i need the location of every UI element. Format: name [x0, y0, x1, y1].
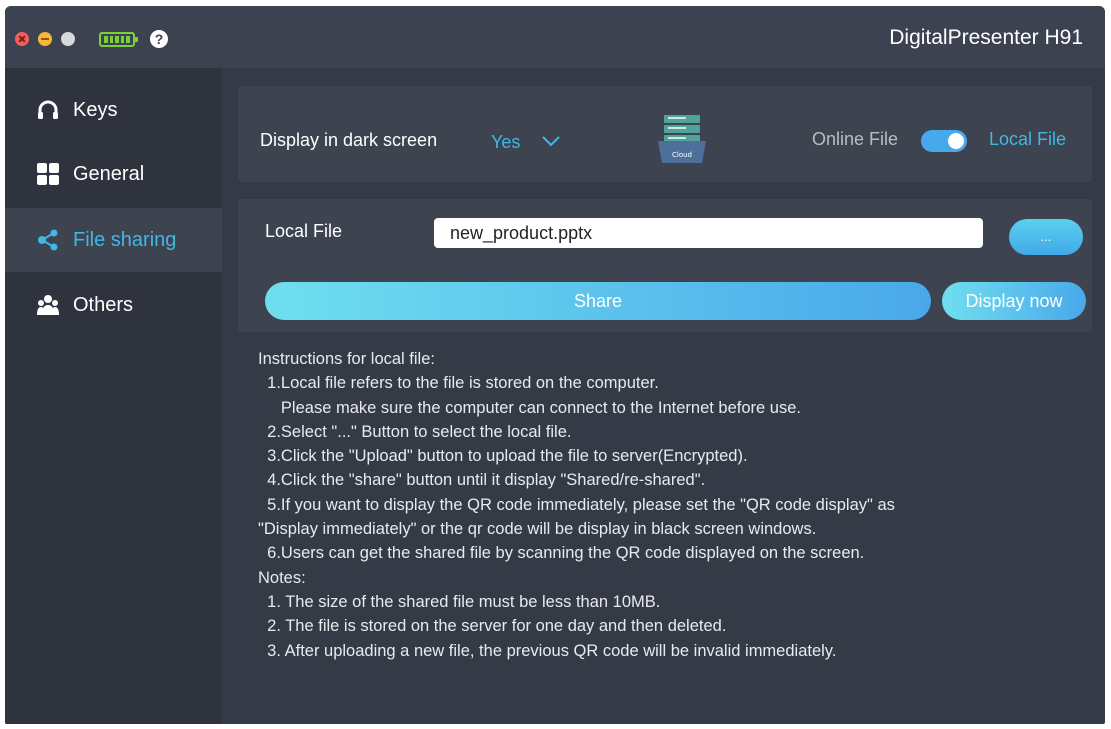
file-path-input[interactable] [434, 218, 983, 248]
instruction-line: 3.Click the "Upload" button to upload th… [258, 447, 748, 466]
instruction-line: Notes: [258, 568, 306, 587]
toggle-knob [948, 133, 964, 149]
battery-icon [99, 32, 138, 47]
sidebar-item-keys[interactable]: Keys [5, 78, 222, 142]
maximize-window-button[interactable] [61, 32, 75, 46]
instruction-line: Please make sure the computer can connec… [258, 398, 801, 417]
cloud-label: Cloud [672, 151, 692, 159]
headset-icon [37, 99, 59, 121]
app-title: DigitalPresenter H91 [889, 26, 1083, 49]
sidebar-item-label: File sharing [73, 228, 177, 251]
dark-screen-select[interactable]: Yes [491, 132, 520, 153]
minimize-window-button[interactable] [38, 32, 52, 46]
display-now-button[interactable]: Display now [942, 282, 1086, 320]
dark-screen-label: Display in dark screen [260, 130, 438, 150]
instruction-line: 2.Select "..." Button to select the loca… [258, 422, 572, 441]
instruction-line: 3. After uploading a new file, the previ… [258, 641, 837, 660]
instructions-text: Instructions for local file: 1.Local fil… [258, 347, 1098, 663]
chevron-down-icon[interactable] [541, 134, 561, 153]
browse-button[interactable]: ... [1009, 219, 1083, 255]
local-file-label: Local File [989, 129, 1067, 149]
sidebar-item-label: Others [73, 293, 134, 316]
group-icon [37, 294, 59, 316]
cloud-server-icon: Cloud [656, 115, 708, 170]
sidebar-item-label: Keys [73, 98, 118, 121]
local-file-field-label: Local File [265, 221, 343, 241]
close-window-button[interactable] [15, 32, 29, 46]
instruction-line: 5.If you want to display the QR code imm… [258, 495, 895, 514]
instruction-line: 1.Local file refers to the file is store… [258, 374, 659, 393]
title-bar: ? DigitalPresenter H91 [5, 6, 1105, 68]
file-panel: Local File ... Share Display now [238, 199, 1092, 332]
share-button[interactable]: Share [265, 282, 931, 320]
instruction-line: Instructions for local file: [258, 350, 435, 368]
sidebar-item-label: General [73, 162, 145, 185]
settings-panel: Display in dark screen Yes Cloud Online … [238, 86, 1092, 182]
grid-icon [37, 163, 59, 185]
app-window: ? DigitalPresenter H91 Keys General File… [5, 6, 1105, 724]
file-source-toggle[interactable] [921, 130, 967, 152]
share-icon [37, 229, 59, 251]
online-file-label: Online File [812, 129, 899, 149]
sidebar-item-others[interactable]: Others [5, 273, 222, 337]
sidebar-item-general[interactable]: General [5, 142, 222, 206]
sidebar: Keys General File sharing Others [5, 68, 222, 724]
instruction-line: 1. The size of the shared file must be l… [258, 592, 661, 611]
instruction-line: 2. The file is stored on the server for … [258, 617, 727, 636]
instruction-line: 6.Users can get the shared file by scann… [258, 544, 865, 563]
help-icon[interactable]: ? [150, 30, 168, 48]
sidebar-item-file-sharing[interactable]: File sharing [5, 208, 222, 272]
instruction-line: 4.Click the "share" button until it disp… [258, 471, 706, 490]
instruction-line: "Display immediately" or the qr code wil… [258, 520, 817, 539]
